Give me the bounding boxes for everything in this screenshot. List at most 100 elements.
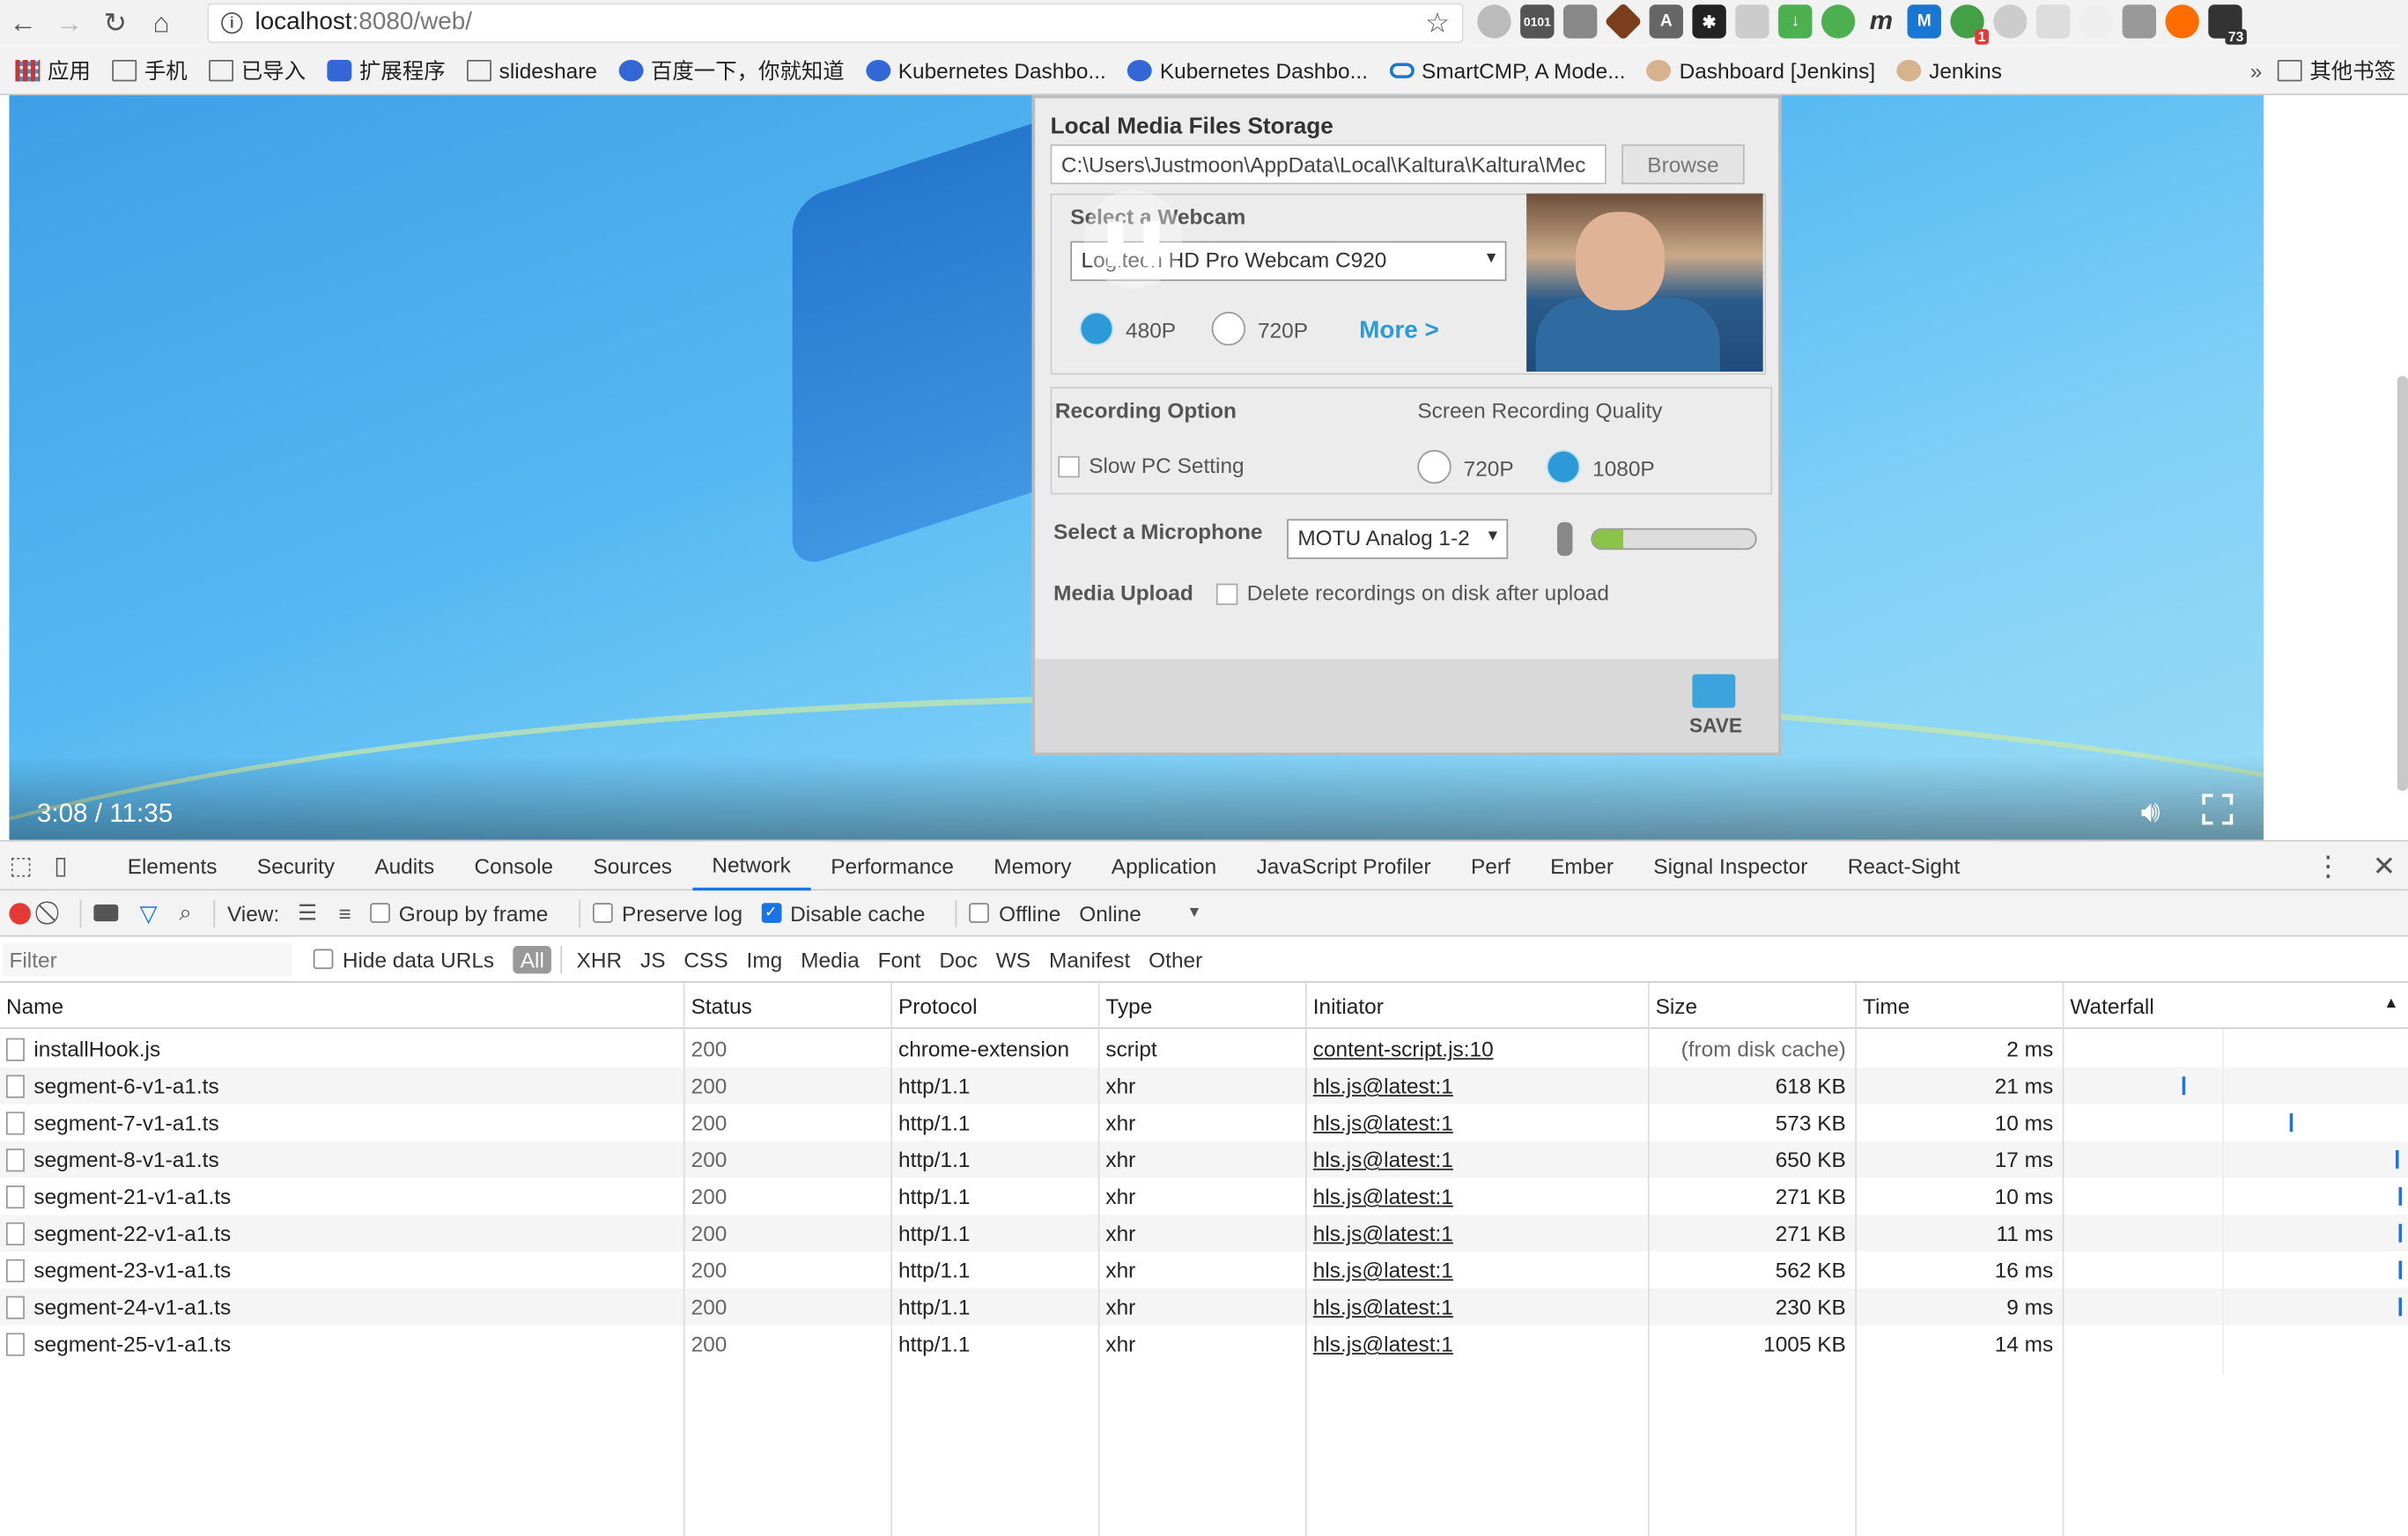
forward-icon[interactable]: → (46, 2, 92, 45)
table-row[interactable]: segment-25-v1-a1.ts 200 http/1.1 xhr hls.js@… (0, 1326, 2408, 1362)
column-header-protocol[interactable]: Protocol (892, 983, 1098, 1028)
bookmark-smartcmp[interactable]: SmartCMP, A Mode... (1389, 57, 1626, 82)
extension-person-icon[interactable] (2036, 4, 2071, 39)
table-row[interactable]: segment-8-v1-a1.ts 200 http/1.1 xhr hls.js@l… (0, 1141, 2408, 1178)
disable-cache-checkbox[interactable]: ✓ (761, 903, 781, 923)
extension-orange-icon[interactable] (2165, 4, 2199, 39)
tab-react-sight[interactable]: React-Sight (1828, 841, 1980, 890)
throttling-select[interactable]: Online ▼ (1079, 901, 1201, 926)
column-header-initiator[interactable]: Initiator (1307, 983, 1648, 1028)
extension-drop-icon[interactable] (2079, 4, 2114, 39)
bookmark-apps[interactable]: 应用 (15, 55, 91, 85)
extension-diamond-icon[interactable] (1604, 2, 1643, 41)
bookmark-baidu[interactable]: 百度一下，你就知道 (618, 55, 845, 85)
bookmark-folder-slideshare[interactable]: slideshare (467, 57, 597, 82)
home-icon[interactable]: ⌂ (138, 2, 184, 45)
more-options-icon[interactable]: ⋮ (2314, 850, 2341, 882)
info-icon[interactable]: i (221, 11, 243, 34)
filter-type-manifest[interactable]: Manifest (1041, 945, 1138, 972)
cell-initiator[interactable]: hls.js@latest:1 (1307, 1104, 1648, 1141)
column-header-time[interactable]: Time (1857, 983, 2063, 1028)
filter-type-media[interactable]: Media (793, 945, 867, 972)
extension-react-icon[interactable]: ✱ (1692, 4, 1726, 39)
disable-cache-toggle[interactable]: ✓ Disable cache (761, 901, 925, 926)
tab-sources[interactable]: Sources (573, 841, 692, 890)
filter-type-doc[interactable]: Doc (932, 945, 986, 972)
extension-network-icon[interactable] (1735, 4, 1769, 39)
column-header-name[interactable]: Name (0, 983, 683, 1028)
bookmark-folder-phone[interactable]: 手机 (112, 55, 188, 85)
bookmark-star-icon[interactable]: ☆ (1425, 7, 1450, 40)
reload-icon[interactable]: ↻ (92, 2, 138, 45)
extension-m-icon[interactable]: M (1907, 4, 1941, 39)
tab-security[interactable]: Security (237, 841, 355, 890)
table-row[interactable]: installHook.js 200 chrome-extension script c… (0, 1030, 2408, 1067)
large-rows-icon[interactable]: ☰ (298, 900, 317, 927)
extension-chat-icon[interactable] (2122, 4, 2157, 39)
filter-type-ws[interactable]: WS (988, 945, 1038, 972)
extension-counter-icon[interactable]: 73 (2208, 4, 2247, 45)
tab-audits[interactable]: Audits (355, 841, 454, 890)
extension-download-icon[interactable]: ↓ (1778, 4, 1813, 39)
bookmark-kubernetes-2[interactable]: Kubernetes Dashbo... (1127, 57, 1368, 82)
hide-data-urls-checkbox[interactable] (313, 949, 334, 970)
extension-gear-icon[interactable] (1477, 4, 1511, 39)
bookmark-folder-imported[interactable]: 已导入 (209, 55, 306, 85)
cell-initiator[interactable]: hls.js@latest:1 (1307, 1326, 1648, 1362)
tab-network[interactable]: Network (691, 841, 811, 890)
table-row[interactable]: segment-7-v1-a1.ts 200 http/1.1 xhr hls.js@l… (0, 1104, 2408, 1141)
bookmark-extensions[interactable]: 扩展程序 (327, 55, 446, 85)
cell-initiator[interactable]: hls.js@latest:1 (1307, 1067, 1648, 1104)
table-row[interactable]: segment-21-v1-a1.ts 200 http/1.1 xhr hls.js@… (0, 1178, 2408, 1215)
column-header-size[interactable]: Size (1650, 983, 1856, 1028)
filter-type-xhr[interactable]: XHR (569, 945, 630, 972)
tab-ember[interactable]: Ember (1530, 841, 1633, 890)
extension-window-icon[interactable] (1562, 4, 1598, 39)
extension-a-icon[interactable]: A (1649, 4, 1683, 39)
table-row[interactable]: segment-6-v1-a1.ts 200 http/1.1 xhr hls.js@l… (0, 1067, 2408, 1104)
filter-icon[interactable]: ▽ (140, 899, 158, 927)
extension-globe-icon[interactable] (1993, 4, 2028, 39)
search-icon[interactable]: ⌕ (179, 900, 192, 927)
record-icon[interactable] (9, 902, 31, 924)
filter-type-img[interactable]: Img (739, 945, 790, 972)
pause-button[interactable]: ❚❚ (1083, 190, 1183, 289)
tab-performance[interactable]: Performance (811, 841, 974, 890)
filter-type-font[interactable]: Font (870, 945, 928, 972)
offline-checkbox[interactable] (970, 903, 990, 923)
hide-data-urls-toggle[interactable]: Hide data URLs (313, 947, 494, 971)
preserve-log-toggle[interactable]: Preserve log (592, 901, 742, 926)
bookmark-jenkins[interactable]: Jenkins (1896, 57, 2002, 82)
overview-icon[interactable]: ≡ (338, 901, 351, 926)
tab-console[interactable]: Console (454, 841, 573, 890)
filter-type-css[interactable]: CSS (676, 945, 736, 972)
device-toolbar-icon[interactable]: ▯ (54, 850, 67, 881)
filter-input[interactable] (3, 942, 292, 977)
cell-initiator[interactable]: hls.js@latest:1 (1307, 1215, 1648, 1252)
video-player[interactable]: Local Media Files Storage C:\Users\Justm… (9, 95, 2264, 840)
fullscreen-icon[interactable] (2202, 794, 2234, 825)
preserve-log-checkbox[interactable] (592, 903, 613, 923)
column-header-waterfall[interactable]: Waterfall ▲ (2064, 983, 2408, 1028)
filter-type-js[interactable]: JS (632, 945, 673, 972)
tab-memory[interactable]: Memory (974, 841, 1091, 890)
extension-binary-icon[interactable]: 0101 (1520, 4, 1555, 39)
volume-icon[interactable]: 🔊︎ (2141, 795, 2161, 831)
column-header-status[interactable]: Status (685, 983, 891, 1028)
bookmark-kubernetes-1[interactable]: Kubernetes Dashbo... (866, 57, 1106, 82)
group-by-frame-checkbox[interactable] (369, 903, 390, 923)
page-scrollbar[interactable] (2397, 376, 2408, 791)
capture-screenshots-icon[interactable] (93, 904, 119, 922)
address-bar[interactable]: i localhost:8080/web/ ☆ (207, 3, 1464, 43)
offline-toggle[interactable]: Offline (970, 901, 1060, 926)
table-row[interactable]: segment-22-v1-a1.ts 200 http/1.1 xhr hls.js@… (0, 1215, 2408, 1252)
back-icon[interactable]: ← (0, 2, 46, 45)
cell-initiator[interactable]: hls.js@latest:1 (1307, 1289, 1648, 1326)
extension-m-italic-icon[interactable]: m (1865, 4, 1898, 38)
inspect-element-icon[interactable]: ⬚ (9, 850, 32, 881)
cell-initiator[interactable]: hls.js@latest:1 (1307, 1252, 1648, 1289)
cell-initiator[interactable]: content-script.js:10 (1307, 1030, 1648, 1067)
bookmarks-more-chevron[interactable]: » (2250, 57, 2263, 82)
column-header-type[interactable]: Type (1099, 983, 1305, 1028)
filter-type-other[interactable]: Other (1141, 945, 1209, 972)
